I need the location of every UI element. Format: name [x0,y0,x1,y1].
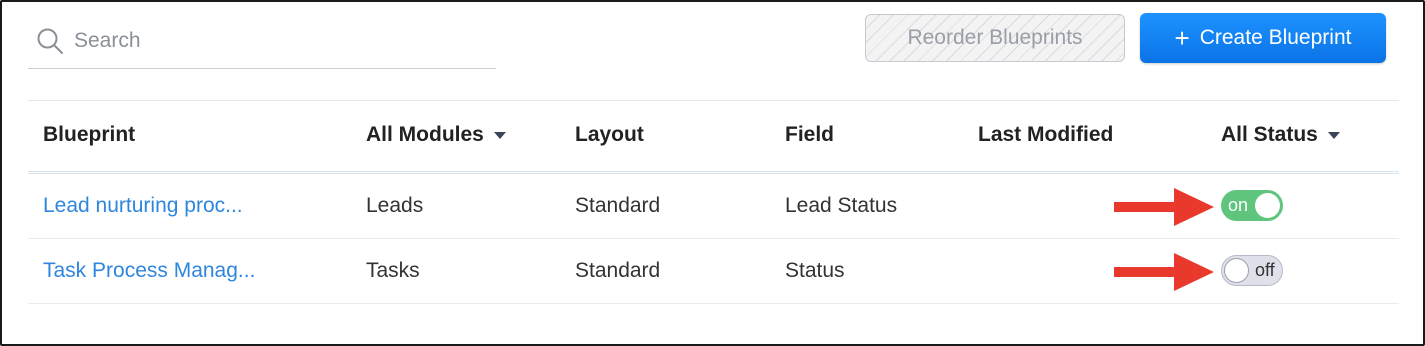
table-row: Task Process Manag... Tasks Standard Sta… [28,239,1399,304]
search-icon [37,28,63,54]
create-blueprint-label: Create Blueprint [1199,26,1352,49]
blueprints-table: Blueprint All Modules Layout Field Last … [28,100,1399,304]
search-bar [28,18,496,69]
arrow-annotation-icon [1114,253,1214,291]
header-blueprint: Blueprint [43,123,136,146]
table-row: Lead nurturing proc... Leads Standard Le… [28,174,1399,239]
status-toggle[interactable]: off [1221,255,1283,286]
blueprint-link[interactable]: Task Process Manag... [43,259,255,283]
create-blueprint-button[interactable]: + Create Blueprint [1140,13,1386,63]
reorder-blueprints-button[interactable]: Reorder Blueprints [865,14,1125,62]
caret-down-icon [493,131,506,139]
module-cell: Tasks [366,259,420,282]
header-layout: Layout [575,123,644,146]
toggle-label: off [1255,260,1275,280]
layout-cell: Standard [575,259,661,282]
layout-cell: Standard [575,194,661,217]
field-cell: Lead Status [785,194,898,217]
status-toggle[interactable]: on [1221,190,1283,221]
blueprint-link[interactable]: Lead nurturing proc... [43,194,243,218]
header-field: Field [785,123,835,146]
search-input[interactable] [74,24,474,58]
plus-icon: + [1174,23,1190,53]
arrow-annotation-icon [1114,188,1214,226]
caret-down-icon [1327,131,1340,139]
field-cell: Status [785,259,845,282]
header-last-modified: Last Modified [978,123,1114,146]
toggle-knob [1224,258,1249,283]
toggle-knob [1255,193,1280,218]
table-header: Blueprint All Modules Layout Field Last … [28,100,1399,174]
header-modules-filter[interactable]: All Modules [366,123,506,147]
header-status-filter[interactable]: All Status [1221,123,1340,147]
toggle-label: on [1228,195,1249,215]
module-cell: Leads [366,194,424,217]
